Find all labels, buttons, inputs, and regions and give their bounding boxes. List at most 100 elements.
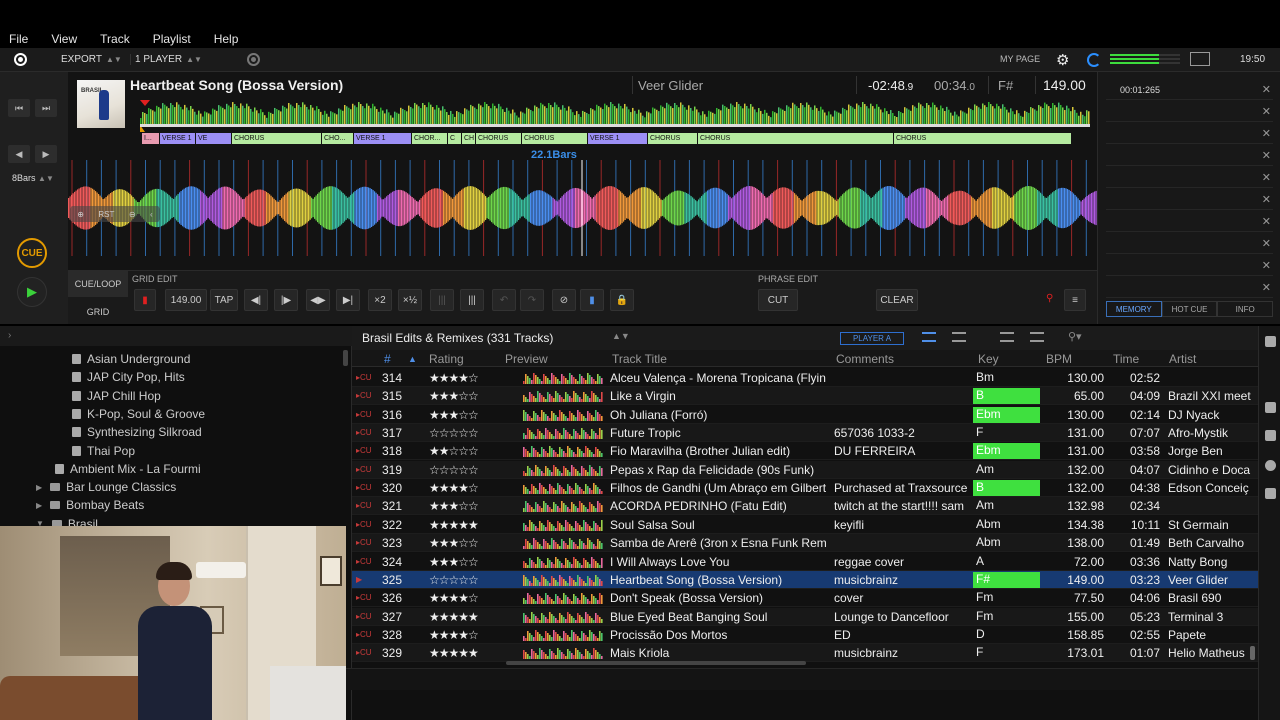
zoom-in-icon[interactable]: ⊕	[77, 210, 84, 219]
grid-shift-left-icon[interactable]: ◀|	[244, 289, 268, 311]
column-header-preview[interactable]: Preview	[505, 352, 548, 366]
track-rating[interactable]: ★★★☆☆	[429, 536, 499, 550]
record-icon[interactable]	[247, 53, 260, 66]
memory-cue-slot[interactable]: ✕	[1106, 124, 1273, 144]
bpm-input[interactable]: 149.00	[165, 289, 207, 311]
phrase-segment[interactable]: CHO...	[322, 133, 353, 144]
close-icon[interactable]: ✕	[1262, 215, 1271, 228]
table-row[interactable]: ▸CU 323 ★★★☆☆ Samba de Arerê (3ron x Esna F…	[352, 534, 1258, 553]
menu-icon[interactable]: ≡	[1064, 289, 1086, 311]
table-row[interactable]: ▸CU 315 ★★★☆☆ Like a Virgin B 65.00 04:09 Brazi…	[352, 387, 1258, 406]
memory-cue-slot[interactable]: 00:01:265 ✕	[1106, 80, 1273, 100]
zoom-out-icon[interactable]: ⊖	[129, 210, 136, 219]
track-preview-waveform[interactable]	[523, 556, 603, 568]
track-preview-waveform[interactable]	[523, 537, 603, 550]
cut-button[interactable]: CUT	[758, 289, 798, 311]
window-layout-icon[interactable]	[1190, 52, 1210, 66]
table-row[interactable]: ▸CU 318 ★★☆☆☆ Fio Maravilha (Brother Julian…	[352, 442, 1258, 461]
track-rating[interactable]: ★★★★★	[429, 646, 499, 660]
grid-shift-right-icon[interactable]: |▶	[274, 289, 298, 311]
track-preview-waveform[interactable]	[523, 611, 603, 623]
track-rating[interactable]: ★★★★☆	[429, 591, 499, 605]
track-preview-waveform[interactable]	[523, 464, 603, 476]
column-header-time[interactable]: Time	[1113, 352, 1139, 366]
track-rating[interactable]: ★★★★☆	[429, 371, 499, 385]
track-preview-waveform[interactable]	[523, 592, 603, 605]
track-rating[interactable]: ★★☆☆☆	[429, 444, 499, 458]
zoom-reset-icon[interactable]: RST	[98, 210, 114, 219]
collapse-icon[interactable]: ‹	[150, 210, 153, 219]
table-row[interactable]: ▶ 325 ☆☆☆☆☆ Heartbeat Song (Bossa Version) m…	[352, 570, 1258, 589]
grid-double-button[interactable]: ×2	[368, 289, 392, 311]
tab-grid[interactable]: GRID	[68, 299, 128, 325]
redo-icon[interactable]: ↷	[520, 289, 544, 311]
zoomed-waveform[interactable]	[68, 160, 1097, 256]
close-icon[interactable]: ✕	[1262, 281, 1271, 294]
track-rating[interactable]: ★★★☆☆	[429, 408, 499, 422]
waveform-view-icon[interactable]: ▮	[580, 289, 604, 311]
gear-icon[interactable]: ⚙	[1056, 51, 1069, 69]
memory-cue-slot[interactable]: ✕	[1106, 212, 1273, 232]
phrase-segment[interactable]: CHORUS	[894, 133, 1071, 144]
close-icon[interactable]: ✕	[1262, 237, 1271, 250]
phrase-segment[interactable]: CHORUS	[522, 133, 587, 144]
beat-jump-forward-button[interactable]: ▶	[35, 145, 57, 163]
phrase-segment[interactable]: CHORUS	[476, 133, 521, 144]
track-preview-waveform[interactable]	[523, 372, 603, 384]
track-preview-waveform[interactable]	[523, 427, 603, 440]
play-button[interactable]: ▶	[17, 277, 47, 307]
track-preview-waveform[interactable]	[523, 519, 603, 531]
artwork-view-icon[interactable]	[1000, 332, 1014, 342]
list-view-icon[interactable]	[922, 332, 936, 342]
grid-metro-icon[interactable]: |||	[430, 289, 454, 311]
column-header-comments[interactable]: Comments	[836, 352, 894, 366]
track-preview-waveform[interactable]	[523, 482, 603, 495]
track-prev-button[interactable]: ⏮	[8, 99, 30, 117]
horizontal-scrollbar[interactable]	[506, 661, 806, 665]
tree-item[interactable]: JAP Chill Hop	[72, 389, 161, 403]
tree-item[interactable]: Thai Pop	[72, 444, 135, 458]
track-preview-waveform[interactable]	[523, 647, 603, 660]
subpanel-icon[interactable]	[1265, 488, 1276, 499]
phrase-segment[interactable]: CHORUS	[648, 133, 697, 144]
search-red-icon[interactable]: ⚲	[1046, 293, 1053, 304]
phrase-segment[interactable]: VERSE 1	[160, 133, 195, 144]
tree-item[interactable]: Synthesizing Silkroad	[72, 425, 202, 439]
table-row[interactable]: ▸CU 322 ★★★★★ Soul Salsa Soul keyifli Abm 134.…	[352, 515, 1258, 534]
grid-snap-icon[interactable]: ▶|	[336, 289, 360, 311]
player-mode-select[interactable]: 1 PLAYER ▲▼	[130, 54, 242, 65]
close-icon[interactable]: ✕	[1262, 171, 1271, 184]
table-row[interactable]: ▸CU 328 ★★★★☆ Procissão Dos Mortos ED D 158.85…	[352, 625, 1258, 644]
table-row[interactable]: ▸CU 327 ★★★★★ Blue Eyed Beat Banging Soul Lo…	[352, 607, 1258, 626]
menu-track[interactable]: Track	[100, 32, 130, 46]
close-icon[interactable]: ✕	[1262, 149, 1271, 162]
menu-view[interactable]: View	[51, 32, 77, 46]
tab-hot-cue[interactable]: HOT CUE	[1161, 301, 1218, 317]
track-preview-waveform[interactable]	[523, 445, 603, 458]
track-rating[interactable]: ★★★★★	[429, 610, 499, 624]
tree-item[interactable]: ▶ Bombay Beats	[36, 498, 144, 512]
column-header-title[interactable]: Track Title	[612, 352, 667, 366]
related-tracks-icon[interactable]	[1265, 430, 1276, 441]
track-preview-waveform[interactable]	[523, 500, 603, 513]
column-header-artist[interactable]: Artist	[1169, 352, 1196, 366]
phrase-segment[interactable]: CH	[462, 133, 475, 144]
tree-scrollbar[interactable]	[343, 350, 348, 366]
lock-icon[interactable]: 🔒	[610, 289, 634, 311]
grid-half-button[interactable]: ×½	[398, 289, 422, 311]
tree-item[interactable]: JAP City Pop, Hits	[72, 370, 185, 384]
track-rating[interactable]: ☆☆☆☆☆	[429, 573, 499, 587]
tree-item[interactable]: ▶ Bar Lounge Classics	[36, 480, 176, 494]
phrase-segment[interactable]: CHORUS	[698, 133, 893, 144]
phrase-segment[interactable]: CHOR...	[412, 133, 447, 144]
column-header-key[interactable]: Key	[978, 352, 999, 366]
metronome-off-icon[interactable]: ⊘	[552, 289, 576, 311]
menu-file[interactable]: File	[9, 32, 28, 46]
table-row[interactable]: ▸CU 319 ☆☆☆☆☆ Pepas x Rap da Felicidade (90…	[352, 460, 1258, 479]
cue-button[interactable]: CUE	[17, 238, 47, 268]
tree-collapse-icon[interactable]: ›	[0, 326, 352, 346]
tree-item[interactable]: K-Pop, Soul & Groove	[72, 407, 205, 421]
memory-cue-slot[interactable]: ✕	[1106, 278, 1273, 298]
tab-memory[interactable]: MEMORY	[1106, 301, 1162, 317]
menu-playlist[interactable]: Playlist	[153, 32, 191, 46]
